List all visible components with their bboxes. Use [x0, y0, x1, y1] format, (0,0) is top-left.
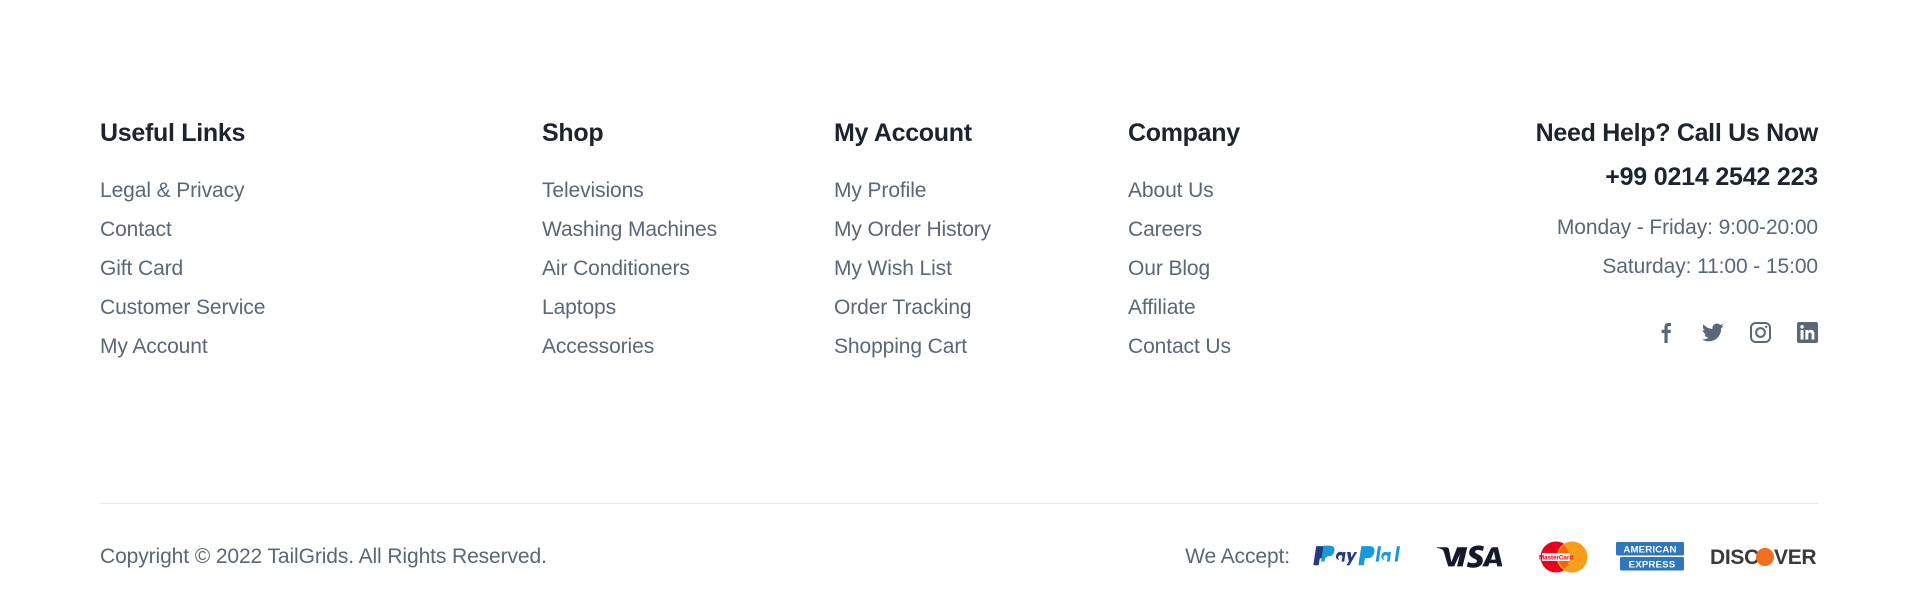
- list-item: Contact Us: [1128, 335, 1438, 359]
- footer-link-contact[interactable]: Contact: [100, 218, 172, 242]
- list-item: Order Tracking: [834, 296, 1128, 320]
- amex-logo[interactable]: AMERICAN EXPRESS: [1616, 540, 1684, 574]
- list-item: My Account: [100, 335, 542, 359]
- list-item: Washing Machines: [542, 218, 834, 242]
- help-hours-saturday: Saturday: 11:00 - 15:00: [1602, 255, 1818, 278]
- svg-text:VER: VER: [1774, 546, 1816, 569]
- svg-text:EXPRESS: EXPRESS: [1629, 559, 1676, 570]
- help-hours-weekday: Monday - Friday: 9:00-20:00: [1556, 216, 1818, 239]
- footer-help-block: Need Help? Call Us Now +99 0214 2542 223…: [1438, 118, 1818, 343]
- list-item: My Profile: [834, 179, 1128, 203]
- paypal-logo[interactable]: [1312, 540, 1410, 574]
- linkedin-icon[interactable]: [1796, 321, 1818, 343]
- list-item: Affiliate: [1128, 296, 1438, 320]
- footer-link-my-account[interactable]: My Account: [100, 335, 208, 359]
- footer-link-washing-machines[interactable]: Washing Machines: [542, 218, 717, 242]
- list-item: Legal & Privacy: [100, 179, 542, 203]
- list-item: About Us: [1128, 179, 1438, 203]
- link-list-company: About Us Careers Our Blog Affiliate Cont…: [1128, 179, 1438, 359]
- help-heading: Need Help? Call Us Now: [1535, 119, 1819, 147]
- list-item: Televisions: [542, 179, 834, 203]
- footer-link-careers[interactable]: Careers: [1128, 218, 1202, 242]
- list-item: Air Conditioners: [542, 257, 834, 281]
- column-heading-company: Company: [1128, 119, 1240, 147]
- svg-text:MasterCard: MasterCard: [1539, 554, 1573, 561]
- we-accept-label: We Accept:: [1185, 544, 1290, 568]
- footer-link-our-blog[interactable]: Our Blog: [1128, 257, 1210, 281]
- mastercard-logo[interactable]: MasterCard: [1538, 540, 1590, 574]
- footer-link-my-order-history[interactable]: My Order History: [834, 218, 991, 242]
- list-item: Customer Service: [100, 296, 542, 320]
- copyright-text: Copyright © 2022 TailGrids. All Rights R…: [100, 544, 547, 568]
- footer-column-company: Company About Us Careers Our Blog Affili…: [1128, 118, 1438, 359]
- link-list-useful-links: Legal & Privacy Contact Gift Card Custom…: [100, 179, 542, 359]
- list-item: Accessories: [542, 335, 834, 359]
- footer-link-about-us[interactable]: About Us: [1128, 179, 1214, 203]
- footer-container: Useful Links Legal & Privacy Contact Gif…: [100, 0, 1818, 610]
- list-item: My Order History: [834, 218, 1128, 242]
- list-item: Laptops: [542, 296, 834, 320]
- payment-methods: We Accept: MasterCard AMERICAN EXPRESS D…: [1185, 540, 1818, 574]
- footer-link-televisions[interactable]: Televisions: [542, 179, 644, 203]
- footer-link-shopping-cart[interactable]: Shopping Cart: [834, 335, 967, 359]
- footer-column-useful-links: Useful Links Legal & Privacy Contact Gif…: [100, 118, 542, 359]
- visa-logo[interactable]: [1436, 540, 1512, 574]
- footer-link-my-profile[interactable]: My Profile: [834, 179, 926, 203]
- svg-text:DISC: DISC: [1710, 546, 1759, 569]
- column-heading-useful-links: Useful Links: [100, 119, 246, 147]
- facebook-icon[interactable]: [1655, 321, 1677, 343]
- footer-link-accessories[interactable]: Accessories: [542, 335, 654, 359]
- instagram-icon[interactable]: [1749, 321, 1771, 343]
- list-item: Gift Card: [100, 257, 542, 281]
- footer-link-air-conditioners[interactable]: Air Conditioners: [542, 257, 690, 281]
- site-footer: Useful Links Legal & Privacy Contact Gif…: [0, 0, 1920, 610]
- column-heading-shop: Shop: [542, 119, 604, 147]
- list-item: Careers: [1128, 218, 1438, 242]
- footer-link-gift-card[interactable]: Gift Card: [100, 257, 183, 281]
- svg-text:AMERICAN: AMERICAN: [1623, 544, 1676, 555]
- footer-link-order-tracking[interactable]: Order Tracking: [834, 296, 972, 320]
- link-list-my-account: My Profile My Order History My Wish List…: [834, 179, 1128, 359]
- footer-link-contact-us[interactable]: Contact Us: [1128, 335, 1231, 359]
- list-item: Contact: [100, 218, 542, 242]
- footer-link-affiliate[interactable]: Affiliate: [1128, 296, 1196, 320]
- list-item: Shopping Cart: [834, 335, 1128, 359]
- footer-link-my-wish-list[interactable]: My Wish List: [834, 257, 952, 281]
- footer-link-legal-privacy[interactable]: Legal & Privacy: [100, 179, 245, 203]
- footer-top-section: Useful Links Legal & Privacy Contact Gif…: [100, 118, 1818, 359]
- link-list-shop: Televisions Washing Machines Air Conditi…: [542, 179, 834, 359]
- footer-column-my-account: My Account My Profile My Order History M…: [834, 118, 1128, 359]
- discover-logo[interactable]: DISC VER: [1710, 540, 1818, 574]
- column-heading-my-account: My Account: [834, 119, 972, 147]
- footer-link-laptops[interactable]: Laptops: [542, 296, 616, 320]
- list-item: My Wish List: [834, 257, 1128, 281]
- social-links: [1438, 321, 1818, 343]
- footer-column-shop: Shop Televisions Washing Machines Air Co…: [542, 118, 834, 359]
- help-phone-number[interactable]: +99 0214 2542 223: [1438, 162, 1818, 192]
- twitter-icon[interactable]: [1702, 321, 1724, 343]
- list-item: Our Blog: [1128, 257, 1438, 281]
- footer-bottom-bar: Copyright © 2022 TailGrids. All Rights R…: [100, 503, 1818, 610]
- footer-link-customer-service[interactable]: Customer Service: [100, 296, 265, 320]
